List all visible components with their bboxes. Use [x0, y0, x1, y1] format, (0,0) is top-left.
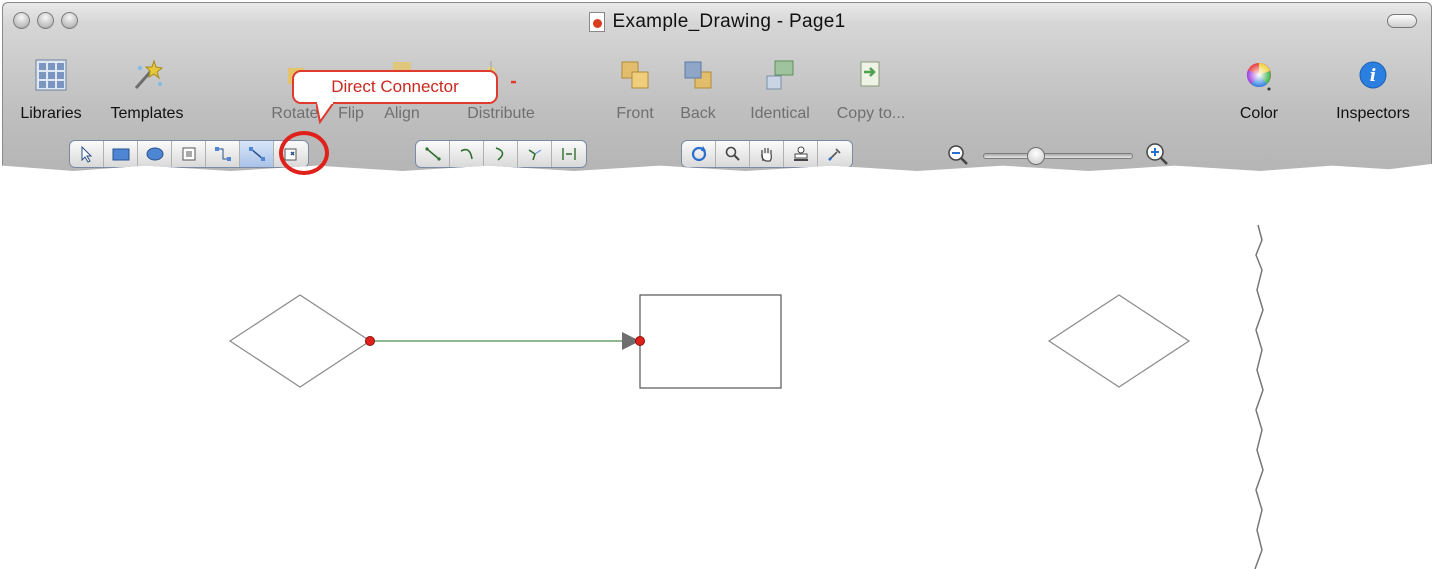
bezier-line-tool[interactable]	[518, 141, 552, 167]
drawing-canvas[interactable]	[0, 190, 1437, 569]
distribute-line-icon	[562, 148, 576, 160]
highlight-circle	[279, 131, 329, 175]
templates-icon	[127, 55, 167, 95]
copy-to-icon	[851, 55, 891, 95]
stamp-tool[interactable]	[784, 141, 818, 167]
hand-icon	[760, 148, 772, 162]
oval-tool[interactable]	[138, 141, 172, 167]
eyedropper-icon	[828, 148, 841, 161]
drawing-tools-group	[69, 140, 309, 168]
rotate-label: Rotate	[271, 105, 319, 122]
view-tools-group	[681, 140, 853, 168]
inspectors-label: Inspectors	[1336, 105, 1410, 122]
refresh-icon	[691, 146, 706, 162]
orthogonal-connector-tool[interactable]	[206, 141, 240, 167]
connector-end-handle[interactable]	[635, 336, 645, 346]
info-icon: i	[1353, 55, 1393, 95]
zoom-tool[interactable]	[716, 141, 750, 167]
identical-label: Identical	[750, 105, 810, 122]
front-icon	[615, 55, 655, 95]
title-bar: Example_Drawing - Page1	[3, 9, 1431, 35]
direct-connector-callout: Direct Connector	[292, 70, 498, 104]
svg-text:i: i	[1370, 66, 1376, 86]
diamond-shape-right[interactable]	[1047, 294, 1191, 388]
color-wheel-icon	[1239, 55, 1279, 95]
arc-line-tool[interactable]	[484, 141, 518, 167]
rectangle-tool[interactable]	[104, 141, 138, 167]
zoom-out-button[interactable]	[947, 144, 969, 166]
zoom-slider-thumb[interactable]	[1027, 147, 1045, 165]
orthogonal-connector-icon	[214, 147, 231, 161]
rectangle-shape[interactable]	[639, 294, 782, 389]
front-label: Front	[616, 105, 654, 122]
callout-pointer	[316, 102, 336, 124]
oval-icon	[146, 147, 163, 161]
rectangle-icon	[112, 148, 129, 161]
distribute-label: Distribute	[467, 105, 535, 122]
magnifier-icon	[725, 146, 740, 161]
flip-label: Flip	[338, 105, 364, 122]
back-button[interactable]: Back	[673, 43, 723, 131]
toolbar-toggle-button[interactable]	[1387, 14, 1417, 28]
text-box-icon	[182, 147, 195, 161]
pointer-icon	[81, 145, 92, 163]
hand-tool[interactable]	[750, 141, 784, 167]
align-label: Align	[384, 105, 420, 122]
arc-line-icon	[495, 147, 503, 161]
libraries-label: Libraries	[20, 105, 82, 122]
stamp-icon	[793, 146, 808, 161]
straight-line-icon	[424, 147, 441, 161]
curved-line-icon	[460, 148, 473, 160]
libraries-icon	[31, 55, 71, 95]
bezier-line-icon	[528, 149, 541, 161]
pointer-tool[interactable]	[70, 141, 104, 167]
zoom-in-icon	[1146, 143, 1168, 165]
color-button[interactable]: Color	[1229, 43, 1289, 131]
callout-text: Direct Connector	[331, 77, 459, 96]
direct-connector-tool[interactable]	[240, 141, 274, 167]
window-title: Example_Drawing - Page1	[612, 11, 846, 32]
identical-button[interactable]: Identical	[737, 43, 823, 131]
copy-to-label: Copy to...	[836, 105, 906, 122]
zoom-out-icon	[948, 145, 968, 165]
text-tool[interactable]	[172, 141, 206, 167]
inspectors-button[interactable]: i Inspectors	[1323, 43, 1423, 131]
document-icon	[588, 12, 605, 32]
front-button[interactable]: Front	[607, 43, 663, 131]
app-window: Example_Drawing - Page1 Libraries Templa…	[2, 2, 1432, 171]
templates-label: Templates	[110, 105, 184, 122]
distribute-line-tool[interactable]	[552, 141, 586, 167]
diamond-shape-left[interactable]	[228, 294, 372, 388]
back-icon	[678, 55, 718, 95]
rotate-view-tool[interactable]	[682, 141, 716, 167]
eyedropper-tool[interactable]	[818, 141, 852, 167]
libraries-button[interactable]: Libraries	[11, 43, 91, 131]
straight-line-tool[interactable]	[416, 141, 450, 167]
identical-icon	[760, 55, 800, 95]
color-label: Color	[1239, 105, 1279, 122]
connector-start-handle[interactable]	[365, 336, 375, 346]
copy-to-button[interactable]: Copy to...	[829, 43, 913, 131]
zoom-in-button[interactable]	[1145, 142, 1169, 166]
zoom-slider[interactable]	[983, 153, 1133, 159]
page-edge	[1254, 224, 1264, 569]
line-tools-group	[415, 140, 587, 168]
curved-line-tool[interactable]	[450, 141, 484, 167]
templates-button[interactable]: Templates	[97, 43, 197, 131]
back-label: Back	[680, 105, 716, 122]
direct-connector-icon	[248, 147, 265, 161]
